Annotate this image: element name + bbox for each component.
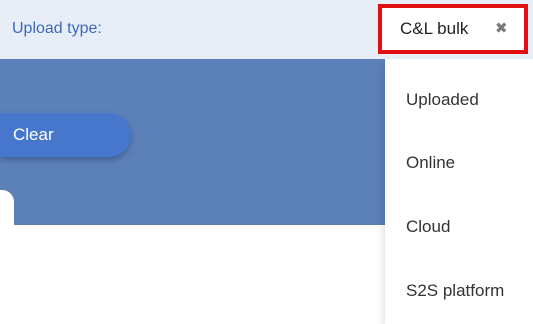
clear-button-label: Clear <box>13 125 54 144</box>
dropdown-option-cloud[interactable]: Cloud <box>406 217 450 237</box>
panel-corner-notch <box>0 190 14 226</box>
upload-type-dropdown: Uploaded Online Cloud S2S platform <box>385 59 533 324</box>
dropdown-option-online[interactable]: Online <box>406 153 455 173</box>
clear-button[interactable]: Clear <box>0 113 131 157</box>
selected-chip-label: C&L bulk <box>400 19 469 38</box>
upload-type-label: Upload type: <box>12 20 102 37</box>
close-icon[interactable]: ✖ <box>495 21 508 36</box>
dropdown-option-s2s-platform[interactable]: S2S platform <box>406 281 504 301</box>
selected-upload-type[interactable]: C&L bulk ✖ <box>378 4 528 54</box>
dropdown-option-uploaded[interactable]: Uploaded <box>406 90 479 110</box>
